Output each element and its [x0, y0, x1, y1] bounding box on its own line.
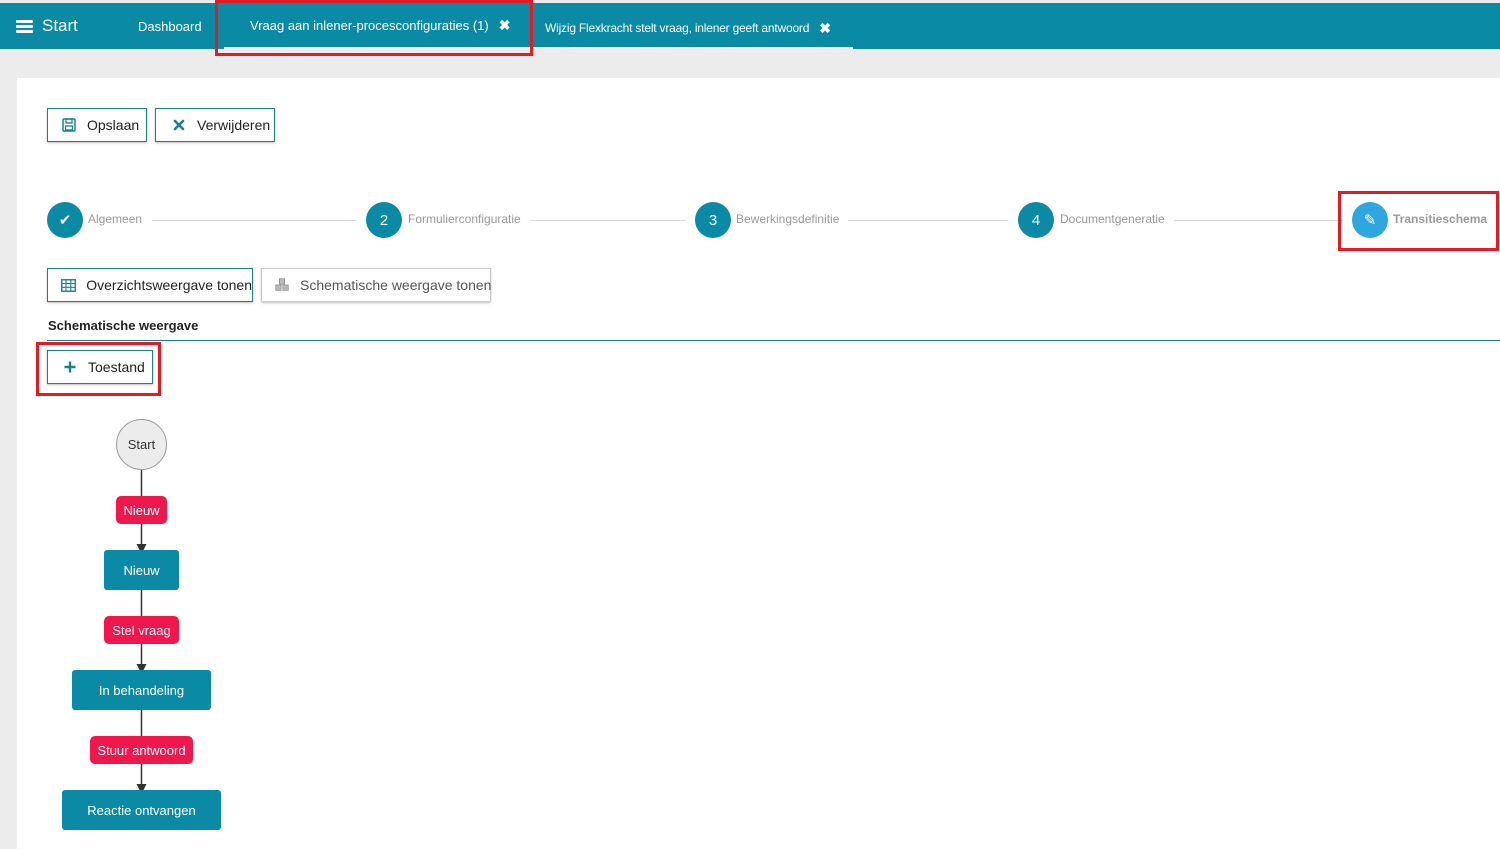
- state-reactie-ontvangen[interactable]: Reactie ontvangen: [62, 790, 221, 830]
- tab-dashboard-label: Dashboard: [138, 18, 202, 34]
- plus-icon: [62, 359, 78, 375]
- step-documentgeneratie-label[interactable]: Documentgeneratie: [1060, 212, 1165, 226]
- step-transitieschema-pencil-icon[interactable]: ✎: [1352, 202, 1388, 238]
- start-node[interactable]: Start: [116, 419, 167, 470]
- step-formulierconfiguratie-label[interactable]: Formulierconfiguratie: [408, 212, 521, 226]
- delete-button-label: Verwijderen: [197, 117, 271, 133]
- top-navigation-bar: Start Dashboard Vraag aan inlener-proces…: [0, 3, 1500, 49]
- table-icon: [61, 277, 77, 293]
- add-state-label: Toestand: [88, 359, 145, 375]
- overview-view-button[interactable]: Overzichtsweergave tonen: [47, 268, 253, 302]
- delete-button[interactable]: Verwijderen: [155, 108, 275, 142]
- overview-view-label: Overzichtsweergave tonen: [86, 277, 252, 293]
- step-algemeen-label[interactable]: Algemeen: [88, 212, 142, 226]
- transition-nieuw[interactable]: Nieuw: [116, 496, 167, 524]
- step-bewerkingsdefinitie-number[interactable]: 3: [695, 202, 731, 238]
- content-panel: [17, 78, 1500, 849]
- stepper-connector: [530, 220, 686, 221]
- transition-stel-vraag[interactable]: Stel vraag: [104, 616, 179, 644]
- state-nieuw[interactable]: Nieuw: [104, 550, 179, 590]
- stepper-connector: [1174, 220, 1342, 221]
- cubes-icon: [274, 277, 290, 293]
- hamburger-menu-icon: [16, 19, 33, 33]
- save-button-label: Opslaan: [87, 117, 140, 133]
- step-formulierconfiguratie-number[interactable]: 2: [366, 202, 402, 238]
- step-algemeen-check-icon[interactable]: ✔: [47, 202, 83, 238]
- start-menu-label: Start: [42, 16, 78, 35]
- add-state-button[interactable]: Toestand: [47, 350, 153, 384]
- step-documentgeneratie-number[interactable]: 4: [1018, 202, 1054, 238]
- tab-dashboard[interactable]: Dashboard: [138, 3, 202, 49]
- schematic-view-label: Schematische weergave tonen: [300, 277, 492, 293]
- section-title: Schematische weergave: [48, 318, 199, 333]
- tab-wijzig-flexkracht[interactable]: Wijzig Flexkracht stelt vraag, inlener g…: [533, 9, 853, 49]
- tab-vraag-procesconfiguraties[interactable]: Vraag aan inlener-procesconfiguraties (1…: [224, 3, 530, 49]
- stepper-connector: [152, 220, 356, 221]
- tab-close-icon[interactable]: ✖: [499, 17, 511, 34]
- transition-stuur-antwoord[interactable]: Stuur antwoord: [90, 736, 193, 764]
- close-icon: [171, 117, 187, 133]
- step-transitieschema-label[interactable]: Transitieschema: [1393, 212, 1487, 226]
- schematic-view-button[interactable]: Schematische weergave tonen: [261, 268, 491, 302]
- start-menu-button[interactable]: Start: [16, 3, 78, 49]
- tab-wijzig-label: Wijzig Flexkracht stelt vraag, inlener g…: [545, 21, 810, 35]
- tab-vraag-label: Vraag aan inlener-procesconfiguraties (1…: [250, 17, 489, 33]
- state-in-behandeling[interactable]: In behandeling: [72, 670, 211, 710]
- section-divider: [47, 340, 1500, 341]
- floppy-disk-icon: [61, 117, 77, 133]
- stepper-connector: [848, 220, 1008, 221]
- step-bewerkingsdefinitie-label[interactable]: Bewerkingsdefinitie: [736, 212, 839, 226]
- tab-close-icon[interactable]: ✖: [819, 20, 831, 37]
- save-button[interactable]: Opslaan: [47, 108, 147, 142]
